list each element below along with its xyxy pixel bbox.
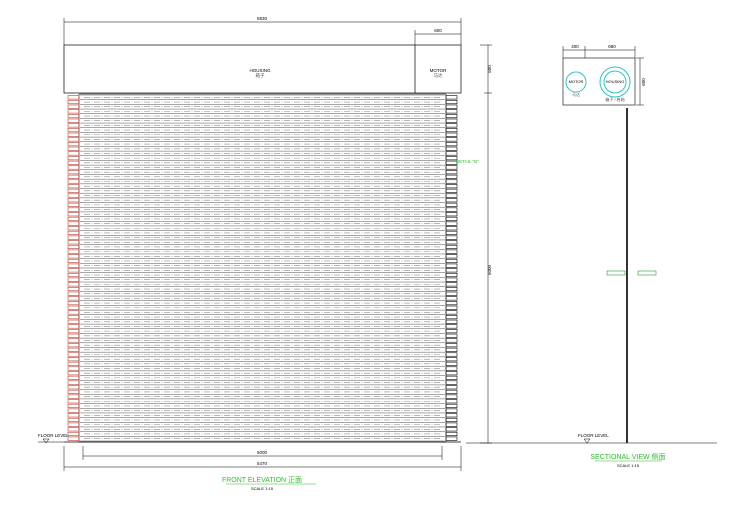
dim-overall-top-text: 5830 [257,16,268,21]
detail-b-label: DETAIL "B" [456,159,479,164]
front-elevation-title: FRONT ELEVATION 正面 [222,476,302,484]
drawing-background [0,0,750,530]
dim-motor-width-text: 600 [434,28,442,33]
sectional-view-scale: SCALE 1:15 [617,463,640,468]
motor-label-cn: 马达 [434,72,443,79]
dim-inner-width-text: 5000 [257,450,268,455]
dim-section-left-text: 400 [571,44,579,49]
dim-height-text: 5000 [487,264,492,275]
front-elevation-scale: SCALE 1:15 [251,486,274,491]
dim-outer-width-text: 5470 [257,461,268,466]
section-housing-label-cn: 箱子 / 卷轴 [605,96,624,102]
section-housing-label: HOUSING [606,79,625,84]
dim-housing-height-text: 600 [487,65,492,73]
dim-section-height-text: 600 [641,78,646,86]
section-motor-label-cn: 马达 [572,91,580,97]
floor-level-label-section: FLOOR LEVEL [578,433,609,438]
dim-section-right-text: 680 [608,44,616,49]
floor-level-label-front: FLOOR LEVEL [38,433,69,438]
housing-label-cn: 箱子 [256,72,265,79]
cad-drawing: 5830 600 HOUSING 箱子 MOTOR 马达 600 5000 DE… [0,0,750,530]
sectional-view-title: SECTIONAL VIEW 侧面 [590,452,665,461]
section-motor-label: MOTOR [569,79,584,84]
